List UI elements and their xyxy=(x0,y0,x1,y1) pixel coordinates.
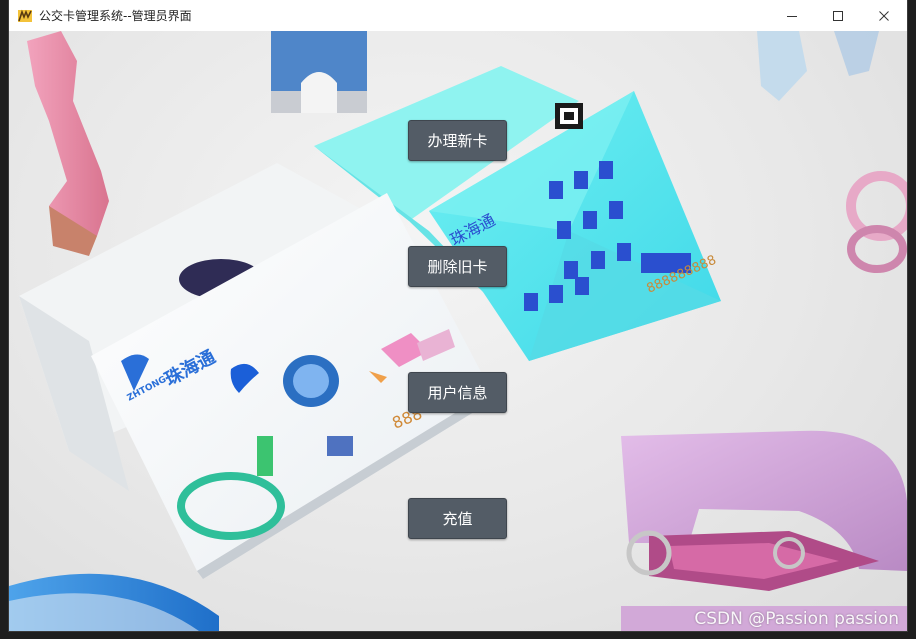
app-icon xyxy=(18,9,32,22)
maximize-icon xyxy=(833,10,843,21)
close-button[interactable] xyxy=(861,0,907,31)
window-title: 公交卡管理系统--管理员界面 xyxy=(39,9,192,23)
user-info-button[interactable]: 用户信息 xyxy=(408,372,507,413)
delete-card-button[interactable]: 删除旧卡 xyxy=(408,246,507,287)
new-card-button[interactable]: 办理新卡 xyxy=(408,120,507,161)
title-bar[interactable]: 公交卡管理系统--管理员界面 xyxy=(9,0,907,31)
close-icon xyxy=(879,10,889,21)
background-image-area: 珠海通 888888888 ZHTONG 珠海通 888 办理新卡 删除旧卡 用… xyxy=(9,31,907,631)
recharge-button[interactable]: 充值 xyxy=(408,498,507,539)
window-controls xyxy=(769,0,907,31)
maximize-button[interactable] xyxy=(815,0,861,31)
watermark-text: CSDN @Passion passion xyxy=(694,609,899,629)
minimize-icon xyxy=(787,15,797,17)
app-window: 公交卡管理系统--管理员界面 珠海通 888888888 ZHTONG 珠海通 … xyxy=(9,0,907,631)
minimize-button[interactable] xyxy=(769,0,815,31)
